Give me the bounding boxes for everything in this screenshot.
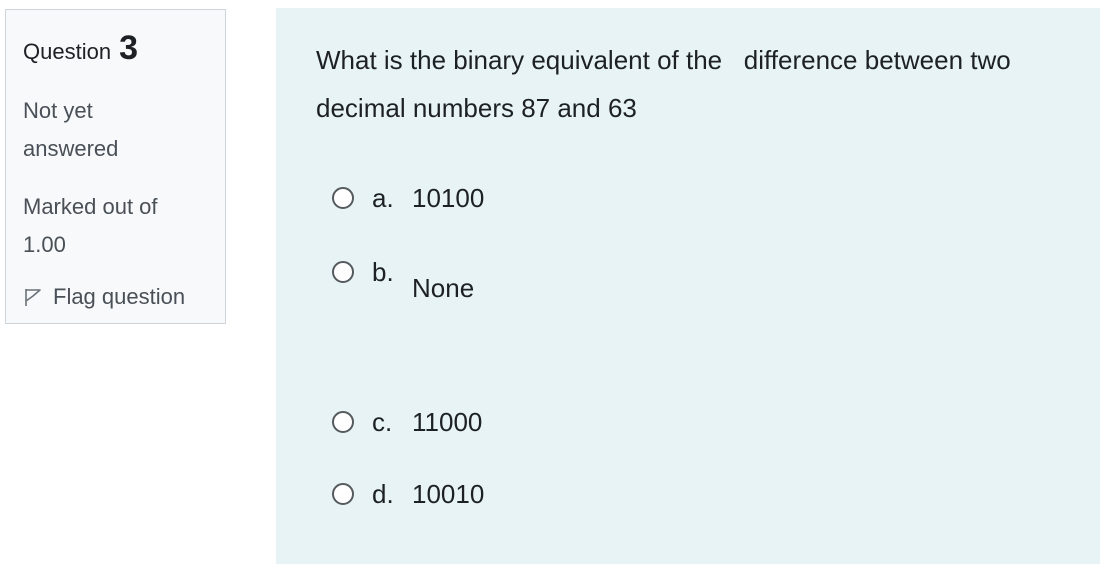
option-letter: c. bbox=[372, 407, 393, 437]
question-state: Not yet answered bbox=[23, 98, 119, 161]
answer-option-a[interactable]: a. 10100 bbox=[332, 180, 484, 216]
flag-question-label: Flag question bbox=[53, 284, 186, 309]
option-letter: a. bbox=[372, 183, 394, 213]
question-info-panel: Question 3 Not yet answered Marked out o… bbox=[5, 9, 226, 324]
radio-button[interactable] bbox=[332, 483, 354, 505]
option-letter: b. bbox=[372, 257, 394, 287]
question-content: What is the binary equivalent of the dif… bbox=[276, 8, 1100, 564]
radio-button[interactable] bbox=[332, 187, 354, 209]
radio-button[interactable] bbox=[332, 411, 354, 433]
option-value: 11000 bbox=[412, 407, 483, 437]
option-letter: d. bbox=[372, 479, 394, 509]
question-number: 3 bbox=[119, 29, 138, 67]
answer-option-d[interactable]: d. 10010 bbox=[332, 476, 484, 512]
option-value: 10010 bbox=[412, 479, 485, 509]
flag-question-link[interactable]: Flag question bbox=[23, 284, 225, 310]
radio-button[interactable] bbox=[332, 261, 354, 283]
question-number-heading: Question 3 bbox=[23, 28, 225, 72]
question-grade: Marked out of 1.00 bbox=[23, 194, 158, 257]
answer-option-b[interactable]: b. None bbox=[332, 254, 474, 306]
question-text: What is the binary equivalent of the dif… bbox=[316, 45, 1018, 123]
option-value: 10100 bbox=[412, 183, 485, 213]
option-value: None bbox=[412, 273, 475, 303]
flag-icon bbox=[25, 289, 41, 306]
answer-option-c[interactable]: c. 11000 bbox=[332, 404, 482, 440]
question-label: Question bbox=[23, 39, 112, 64]
